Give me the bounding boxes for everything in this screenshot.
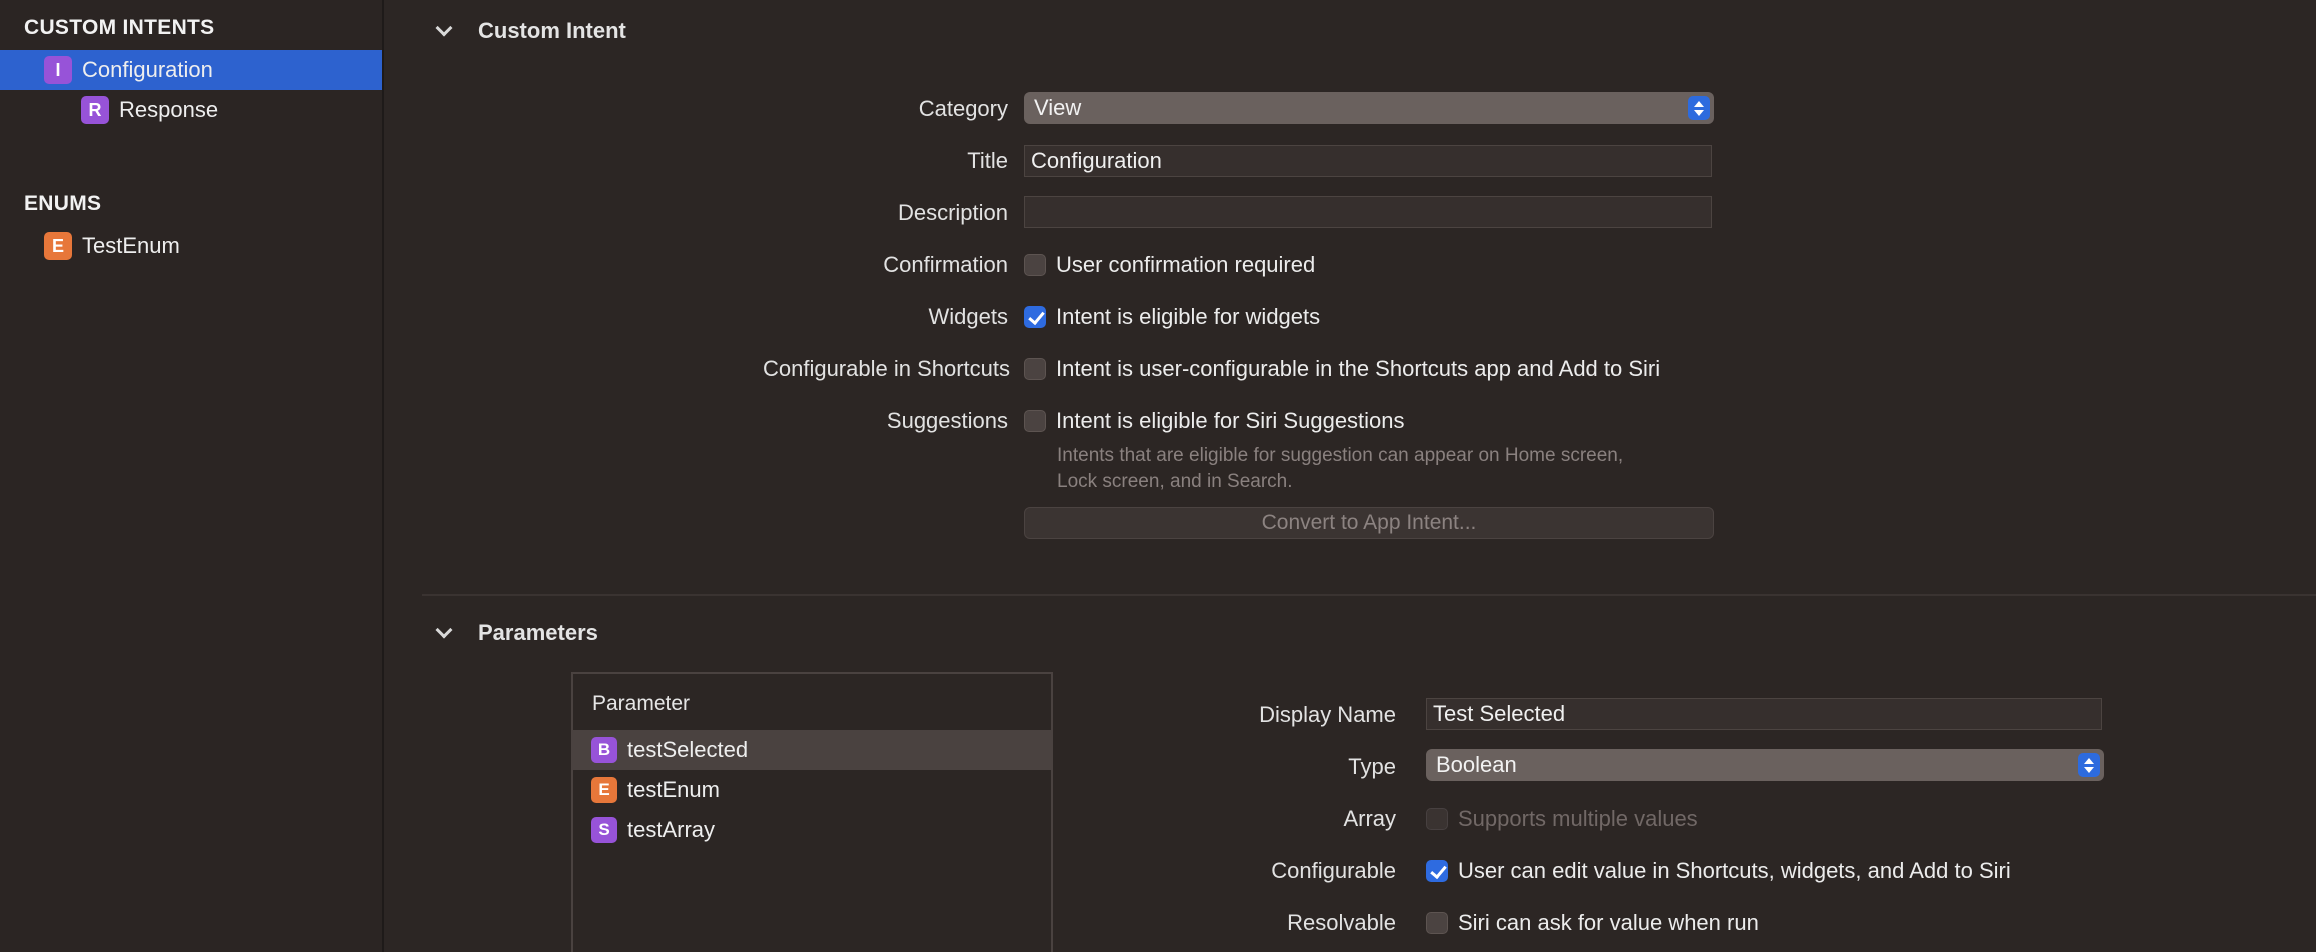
param-configurable-checkbox-row[interactable]: User can edit value in Shortcuts, widget… bbox=[1426, 858, 2011, 884]
param-configurable-checkbox[interactable] bbox=[1426, 860, 1448, 882]
description-label: Description bbox=[897, 200, 1008, 225]
display-name-value: Test Selected bbox=[1433, 701, 1566, 726]
suggestions-label: Suggestions bbox=[886, 408, 1008, 433]
title-field[interactable]: Configuration bbox=[1024, 145, 1712, 177]
category-label: Category bbox=[918, 96, 1008, 121]
up-down-arrows-icon bbox=[2078, 753, 2100, 777]
hint-line: Lock screen, and in Search. bbox=[1057, 471, 1293, 492]
up-down-arrows-icon bbox=[1688, 96, 1710, 120]
section-title: Custom Intent bbox=[478, 18, 626, 43]
type-value: Boolean bbox=[1436, 752, 1517, 777]
parameter-table: Parameter B testSelected E testEnum S te… bbox=[571, 672, 1053, 952]
description-field[interactable] bbox=[1024, 196, 1712, 228]
table-row[interactable]: S testArray bbox=[573, 810, 1051, 850]
sidebar: CUSTOM INTENTS I Configuration R Respons… bbox=[0, 0, 384, 952]
resolvable-checkbox-row[interactable]: Siri can ask for value when run bbox=[1426, 910, 1759, 936]
suggestions-hint: Intents that are eligible for suggestion… bbox=[1057, 443, 1623, 495]
suggestions-checkbox[interactable] bbox=[1024, 410, 1046, 432]
widgets-checkbox-row[interactable]: Intent is eligible for widgets bbox=[1024, 304, 1320, 330]
display-name-field[interactable]: Test Selected bbox=[1426, 698, 2102, 730]
array-label: Array bbox=[1343, 806, 1396, 831]
custom-intent-disclosure[interactable]: Custom Intent bbox=[435, 18, 626, 44]
table-row[interactable]: B testSelected bbox=[573, 730, 1051, 770]
section-title: Parameters bbox=[478, 620, 598, 645]
type-label: Type bbox=[1348, 754, 1396, 779]
hint-line: Intents that are eligible for suggestion… bbox=[1057, 445, 1624, 466]
title-label: Title bbox=[967, 148, 1008, 173]
section-divider bbox=[422, 594, 2316, 596]
widgets-checkbox[interactable] bbox=[1024, 306, 1046, 328]
sidebar-item-testenum[interactable]: E TestEnum bbox=[0, 226, 382, 266]
sidebar-item-response[interactable]: R Response bbox=[0, 90, 382, 130]
array-checkbox bbox=[1426, 808, 1448, 830]
row-label: testEnum bbox=[627, 777, 720, 802]
response-badge-icon: R bbox=[81, 96, 109, 124]
display-name-label: Display Name bbox=[1259, 702, 1396, 727]
convert-to-app-intent-button[interactable]: Convert to App Intent... bbox=[1024, 507, 1714, 539]
title-value: Configuration bbox=[1031, 148, 1162, 173]
intent-editor: Custom Intent Category View Title Config… bbox=[386, 0, 2316, 952]
confirmation-text: User confirmation required bbox=[1056, 252, 1316, 277]
confirmation-checkbox[interactable] bbox=[1024, 254, 1046, 276]
array-checkbox-row: Supports multiple values bbox=[1426, 806, 1698, 832]
configurable-in-shortcuts-label: Configurable in Shortcuts bbox=[762, 356, 1010, 381]
resolvable-checkbox[interactable] bbox=[1426, 912, 1448, 934]
enum-badge-icon: E bbox=[591, 777, 617, 803]
param-configurable-text: User can edit value in Shortcuts, widget… bbox=[1458, 858, 2011, 883]
enums-header: ENUMS bbox=[24, 192, 102, 215]
chevron-down-icon[interactable] bbox=[435, 621, 453, 639]
custom-intents-header: CUSTOM INTENTS bbox=[24, 16, 215, 39]
category-value: View bbox=[1034, 95, 1082, 120]
parameters-disclosure[interactable]: Parameters bbox=[435, 620, 598, 646]
intent-badge-icon: I bbox=[44, 56, 72, 84]
widgets-text: Intent is eligible for widgets bbox=[1056, 304, 1321, 329]
sidebar-item-label: Configuration bbox=[82, 57, 213, 82]
boolean-badge-icon: B bbox=[591, 737, 617, 763]
configurable-text: Intent is user-configurable in the Short… bbox=[1056, 356, 1661, 381]
category-popup[interactable]: View bbox=[1024, 92, 1714, 124]
array-text: Supports multiple values bbox=[1458, 806, 1698, 831]
chevron-down-icon[interactable] bbox=[435, 19, 453, 37]
sidebar-item-configuration[interactable]: I Configuration bbox=[0, 50, 382, 90]
table-header: Parameter bbox=[592, 692, 691, 715]
suggestions-checkbox-row[interactable]: Intent is eligible for Siri Suggestions bbox=[1024, 408, 1405, 434]
string-badge-icon: S bbox=[591, 817, 617, 843]
suggestions-text: Intent is eligible for Siri Suggestions bbox=[1056, 408, 1405, 433]
confirmation-checkbox-row[interactable]: User confirmation required bbox=[1024, 252, 1315, 278]
row-label: testSelected bbox=[627, 737, 749, 762]
resolvable-label: Resolvable bbox=[1287, 910, 1396, 935]
type-popup[interactable]: Boolean bbox=[1426, 749, 2104, 781]
configurable-checkbox-row[interactable]: Intent is user-configurable in the Short… bbox=[1024, 356, 1660, 382]
resolvable-text: Siri can ask for value when run bbox=[1458, 910, 1759, 935]
sidebar-item-label: Response bbox=[119, 97, 219, 122]
widgets-label: Widgets bbox=[928, 304, 1008, 329]
sidebar-item-label: TestEnum bbox=[82, 233, 180, 258]
confirmation-label: Confirmation bbox=[883, 252, 1008, 277]
configurable-label: Configurable bbox=[1271, 858, 1396, 883]
table-row[interactable]: E testEnum bbox=[573, 770, 1051, 810]
configurable-checkbox[interactable] bbox=[1024, 358, 1046, 380]
enum-badge-icon: E bbox=[44, 232, 72, 260]
row-label: testArray bbox=[627, 817, 716, 842]
